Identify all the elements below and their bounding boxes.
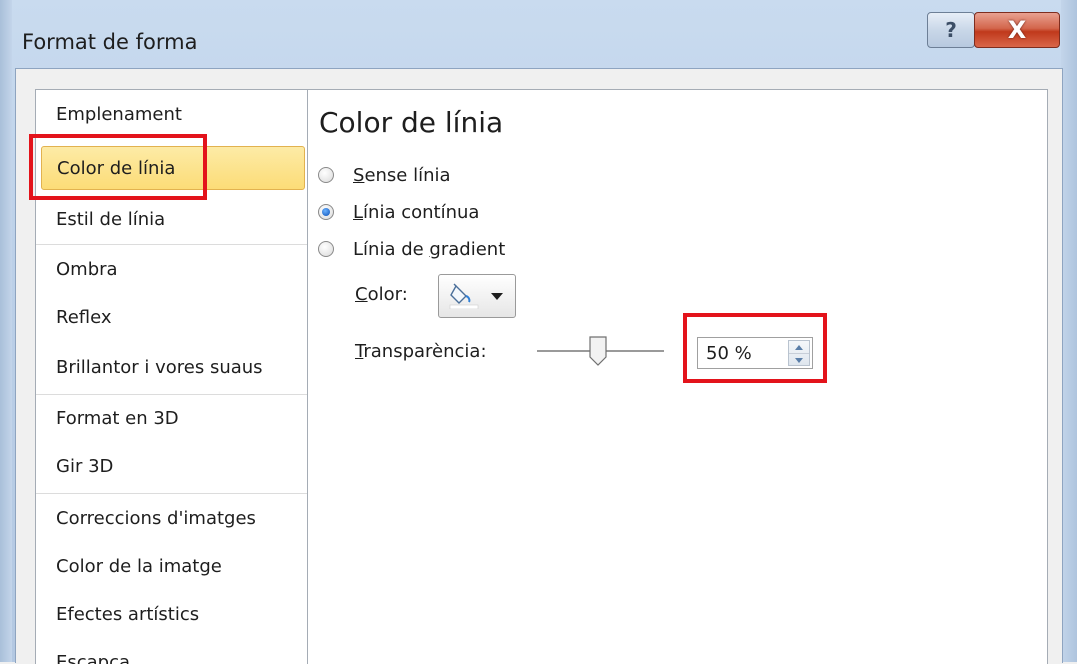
radio-label: Línia contínua xyxy=(353,201,480,223)
nav-item-correccions[interactable]: Correccions d'imatges xyxy=(36,497,312,541)
nav-item-format-3d[interactable]: Format en 3D xyxy=(36,397,312,441)
nav-item-ombra[interactable]: Ombra xyxy=(36,248,312,292)
transparency-slider-thumb[interactable] xyxy=(588,336,608,366)
radio-label: Línia de gradient xyxy=(353,238,506,260)
transparency-label: Transparència: xyxy=(355,341,487,362)
close-icon: X xyxy=(1007,16,1027,44)
nav-item-color-imatge[interactable]: Color de la imatge xyxy=(36,545,312,589)
window-title: Format de forma xyxy=(22,30,198,54)
highlight-box-nav-item xyxy=(29,134,207,200)
color-picker-button[interactable] xyxy=(438,274,516,318)
radio-sense-linia[interactable]: Sense línia xyxy=(318,160,451,190)
highlight-box-transparency xyxy=(683,313,827,383)
nav-item-escapca[interactable]: Escapça xyxy=(36,641,312,664)
help-button[interactable]: ? xyxy=(927,12,975,48)
window-border-left xyxy=(0,0,12,662)
radio-button[interactable] xyxy=(318,167,334,183)
options-pane: Color de línia Sense línia Línia contínu… xyxy=(307,89,1048,664)
nav-item-emplenament[interactable]: Emplenament xyxy=(36,93,312,137)
nav-item-gir-3d[interactable]: Gir 3D xyxy=(36,445,312,489)
color-label: Color: xyxy=(355,284,408,305)
pane-title: Color de línia xyxy=(319,106,504,139)
nav-item-reflex[interactable]: Reflex xyxy=(36,296,312,340)
radio-linia-gradient[interactable]: Línia de gradient xyxy=(318,234,505,264)
chevron-down-icon xyxy=(491,293,503,300)
paint-bucket-icon xyxy=(449,283,479,309)
radio-label: Sense línia xyxy=(353,164,451,186)
nav-item-brillantor[interactable]: Brillantor i vores suaus xyxy=(36,346,312,390)
nav-separator xyxy=(36,493,312,494)
close-button[interactable]: X xyxy=(974,12,1060,48)
radio-button[interactable] xyxy=(318,241,334,257)
nav-item-estil-de-linia[interactable]: Estil de línia xyxy=(36,198,312,242)
help-icon: ? xyxy=(945,18,957,42)
radio-linia-continua[interactable]: Línia contínua xyxy=(318,197,479,227)
radio-button-checked[interactable] xyxy=(318,204,334,220)
nav-item-efectes-artistics[interactable]: Efectes artístics xyxy=(36,593,312,637)
nav-separator xyxy=(36,244,312,245)
nav-separator xyxy=(36,394,312,395)
dialog-window: Format de forma ? X Emplenament Color de… xyxy=(0,0,1077,664)
window-border-right xyxy=(1061,0,1077,662)
